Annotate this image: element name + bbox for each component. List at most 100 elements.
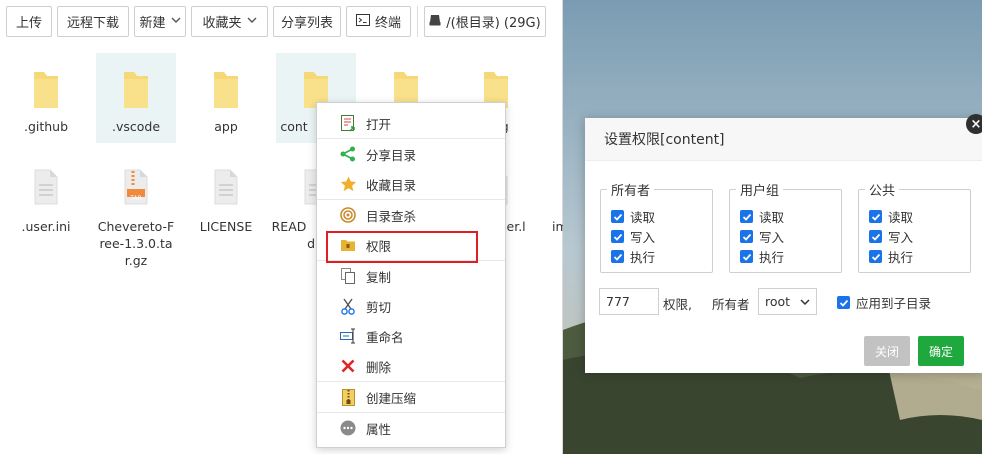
file-name: .user.ini xyxy=(21,219,71,234)
permission-label: 权限, xyxy=(663,297,692,312)
owner-read-checkbox[interactable]: 读取 xyxy=(611,207,655,226)
checkbox-checked-icon xyxy=(869,230,882,243)
group-write-checkbox[interactable]: 写入 xyxy=(740,227,784,246)
tar-badge: TAR xyxy=(130,195,142,202)
upload-label: 上传 xyxy=(15,16,42,31)
close-icon[interactable]: × xyxy=(966,114,982,134)
disk-button[interactable]: /(根目录) (29G) xyxy=(424,6,546,37)
menu-item-label: 目录查杀 xyxy=(366,208,417,224)
share-icon xyxy=(339,145,357,163)
menu-item-cut[interactable]: 剪切 xyxy=(317,291,505,321)
public-read-checkbox[interactable]: 读取 xyxy=(869,207,913,226)
checkbox-checked-icon xyxy=(837,296,850,309)
terminal-icon xyxy=(355,13,370,30)
owner-write-checkbox[interactable]: 写入 xyxy=(611,227,655,246)
file-icon xyxy=(34,169,58,205)
rename-icon xyxy=(339,327,357,345)
terminal-label: 终端 xyxy=(374,16,401,31)
apply-subdir-checkbox[interactable]: 应用到子目录 xyxy=(837,293,931,312)
folder-icon xyxy=(214,72,238,108)
checkbox-checked-icon xyxy=(611,210,624,223)
checkbox-label: 执行 xyxy=(888,250,914,265)
file-item[interactable]: .user.ini xyxy=(6,163,86,273)
confirm-button[interactable]: 确定 xyxy=(918,336,964,366)
copy-icon xyxy=(339,267,357,285)
properties-icon xyxy=(339,419,357,437)
menu-item-label: 删除 xyxy=(366,359,392,375)
favorites-dropdown[interactable]: 收藏夹 xyxy=(191,6,268,37)
menu-item-delete[interactable]: 删除 xyxy=(317,351,505,381)
terminal-button[interactable]: 终端 xyxy=(346,6,411,37)
checkbox-label: 应用到子目录 xyxy=(856,296,932,311)
menu-item-label: 属性 xyxy=(366,421,392,437)
owner-select[interactable]: root xyxy=(758,288,817,315)
menu-item-properties[interactable]: 属性 xyxy=(317,413,505,443)
file-item[interactable]: im xyxy=(546,163,563,273)
mode-input[interactable]: 777 xyxy=(599,288,659,315)
share-list-button[interactable]: 分享列表 xyxy=(273,6,341,37)
disk-icon xyxy=(429,14,441,30)
checkbox-checked-icon xyxy=(869,250,882,263)
close-button[interactable]: 关闭 xyxy=(864,336,910,366)
owner-exec-checkbox[interactable]: 执行 xyxy=(611,247,655,266)
owner-select-value: root xyxy=(765,294,791,309)
group-title: 所有者 xyxy=(607,180,655,199)
cut-icon xyxy=(339,297,357,315)
menu-item-scan-dir[interactable]: 目录查杀 xyxy=(317,200,505,230)
group-exec-checkbox[interactable]: 执行 xyxy=(740,247,784,266)
folder-icon xyxy=(34,72,58,108)
context-menu: 打开 分享目录 收藏目录 目录查杀 权限 复制 剪切 重命名 删除 创建压缩 属… xyxy=(316,102,506,448)
file-name: READ xyxy=(271,219,307,234)
file-name: Chevereto-Free-1.3.0.tar.gz xyxy=(97,219,175,268)
menu-item-open[interactable]: 打开 xyxy=(317,108,505,138)
remote-download-button[interactable]: 远程下载 xyxy=(57,6,129,37)
group-read-checkbox[interactable]: 读取 xyxy=(740,207,784,226)
open-icon xyxy=(339,114,357,132)
checkbox-label: 写入 xyxy=(630,230,656,245)
checkbox-checked-icon xyxy=(869,210,882,223)
public-exec-checkbox[interactable]: 执行 xyxy=(869,247,913,266)
share-list-label: 分享列表 xyxy=(280,16,333,31)
checkbox-checked-icon xyxy=(740,210,753,223)
file-icon xyxy=(214,169,238,205)
menu-item-label: 创建压缩 xyxy=(366,390,417,406)
file-item[interactable]: LICENSE xyxy=(186,163,266,273)
checkbox-checked-icon xyxy=(611,250,624,263)
menu-item-label: 剪切 xyxy=(366,299,392,315)
checkbox-label: 写入 xyxy=(888,230,914,245)
user-group-group: 用户组 读取 写入 执行 xyxy=(729,180,842,273)
file-item[interactable]: .vscode xyxy=(96,53,176,143)
menu-item-label: 重命名 xyxy=(366,329,404,345)
checkbox-label: 执行 xyxy=(759,250,785,265)
favorites-label: 收藏夹 xyxy=(202,16,242,31)
menu-item-label: 复制 xyxy=(366,269,392,285)
disk-label: /(根目录) (29G) xyxy=(446,16,541,31)
checkbox-checked-icon xyxy=(740,230,753,243)
menu-item-copy[interactable]: 复制 xyxy=(317,261,505,291)
checkbox-label: 读取 xyxy=(759,210,785,225)
dialog-title: 设置权限[content] xyxy=(585,118,982,161)
star-icon xyxy=(339,175,357,193)
toolbar: 上传 远程下载 新建 收藏夹 分享列表 终端 /(根目录) (29G) xyxy=(6,6,551,38)
public-group: 公共 读取 写入 执行 xyxy=(858,180,971,273)
file-name: LICENSE xyxy=(199,219,253,234)
new-dropdown[interactable]: 新建 xyxy=(134,6,186,37)
menu-item-label: 收藏目录 xyxy=(366,177,417,193)
menu-item-compress[interactable]: 创建压缩 xyxy=(317,382,505,412)
menu-item-share-dir[interactable]: 分享目录 xyxy=(317,139,505,169)
delete-icon xyxy=(339,357,357,375)
file-item[interactable]: .github xyxy=(6,53,86,143)
group-title: 公共 xyxy=(865,180,900,199)
upload-button[interactable]: 上传 xyxy=(6,6,52,37)
highlight-box xyxy=(326,231,478,263)
file-name: ser.l xyxy=(500,219,526,234)
menu-item-favorite-dir[interactable]: 收藏目录 xyxy=(317,169,505,199)
file-item[interactable]: TAR Chevereto-Free-1.3.0.tar.gz xyxy=(96,163,176,273)
public-write-checkbox[interactable]: 写入 xyxy=(869,227,913,246)
file-name: .github xyxy=(23,119,69,134)
checkbox-label: 读取 xyxy=(630,210,656,225)
owner-group: 所有者 读取 写入 执行 xyxy=(600,180,713,273)
owner-label: 所有者 xyxy=(712,297,750,312)
file-name: im xyxy=(552,219,563,234)
menu-item-rename[interactable]: 重命名 xyxy=(317,321,505,351)
